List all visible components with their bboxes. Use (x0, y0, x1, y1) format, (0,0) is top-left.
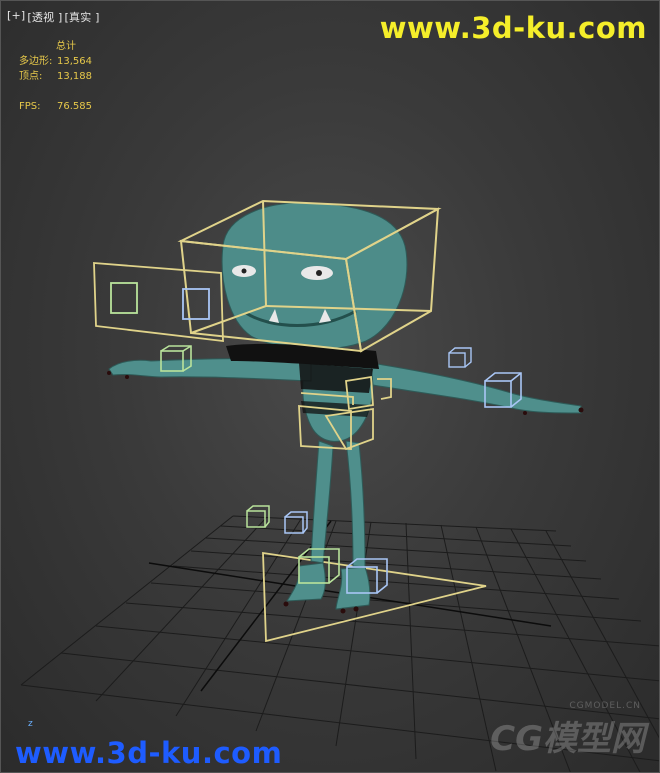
watermark-cgmodel-logo: CG模型网 (490, 719, 645, 759)
watermark-cgmodel: CGMODEL.CN CG模型网 (490, 701, 645, 760)
scene-statistics: 总计 多边形: 13,564 顶点: 13,188 FPS: 76.585 (19, 39, 92, 114)
viewport-label-menu[interactable]: [+] [透视 ] [真实 ] (7, 9, 100, 25)
watermark-cgmodel-url: CGMODEL.CN (569, 701, 641, 711)
stats-polygons-row: 多边形: 13,564 (19, 54, 92, 69)
elbow-control-right[interactable] (448, 347, 472, 368)
stats-vertices-label: 顶点: (19, 71, 43, 82)
axis-gizmo-z: z (28, 719, 33, 729)
viewport-plus-menu[interactable]: [+] (7, 9, 25, 25)
perspective-viewport[interactable]: [+] [透视 ] [真实 ] 总计 多边形: 13,564 顶点: 13,18… (0, 0, 660, 773)
stats-vertices-value: 13,188 (57, 71, 92, 82)
stats-fps-row: FPS: 76.585 (19, 99, 92, 114)
stats-fps-label: FPS: (19, 101, 41, 112)
viewport-view-menu[interactable]: [透视 ] (27, 9, 62, 25)
stats-polygons-value: 13,564 (57, 56, 92, 67)
stats-vertices-row: 顶点: 13,188 (19, 69, 92, 84)
stats-fps-value: 76.585 (57, 101, 92, 112)
watermark-top: www.3d-ku.com (379, 11, 647, 45)
stats-polygons-label: 多边形: (19, 56, 53, 67)
viewport-shading-menu[interactable]: [真实 ] (65, 9, 100, 25)
stats-title: 总计 (56, 41, 76, 52)
scene-canvas[interactable] (1, 1, 660, 773)
watermark-bottom: www.3d-ku.com (15, 736, 283, 770)
